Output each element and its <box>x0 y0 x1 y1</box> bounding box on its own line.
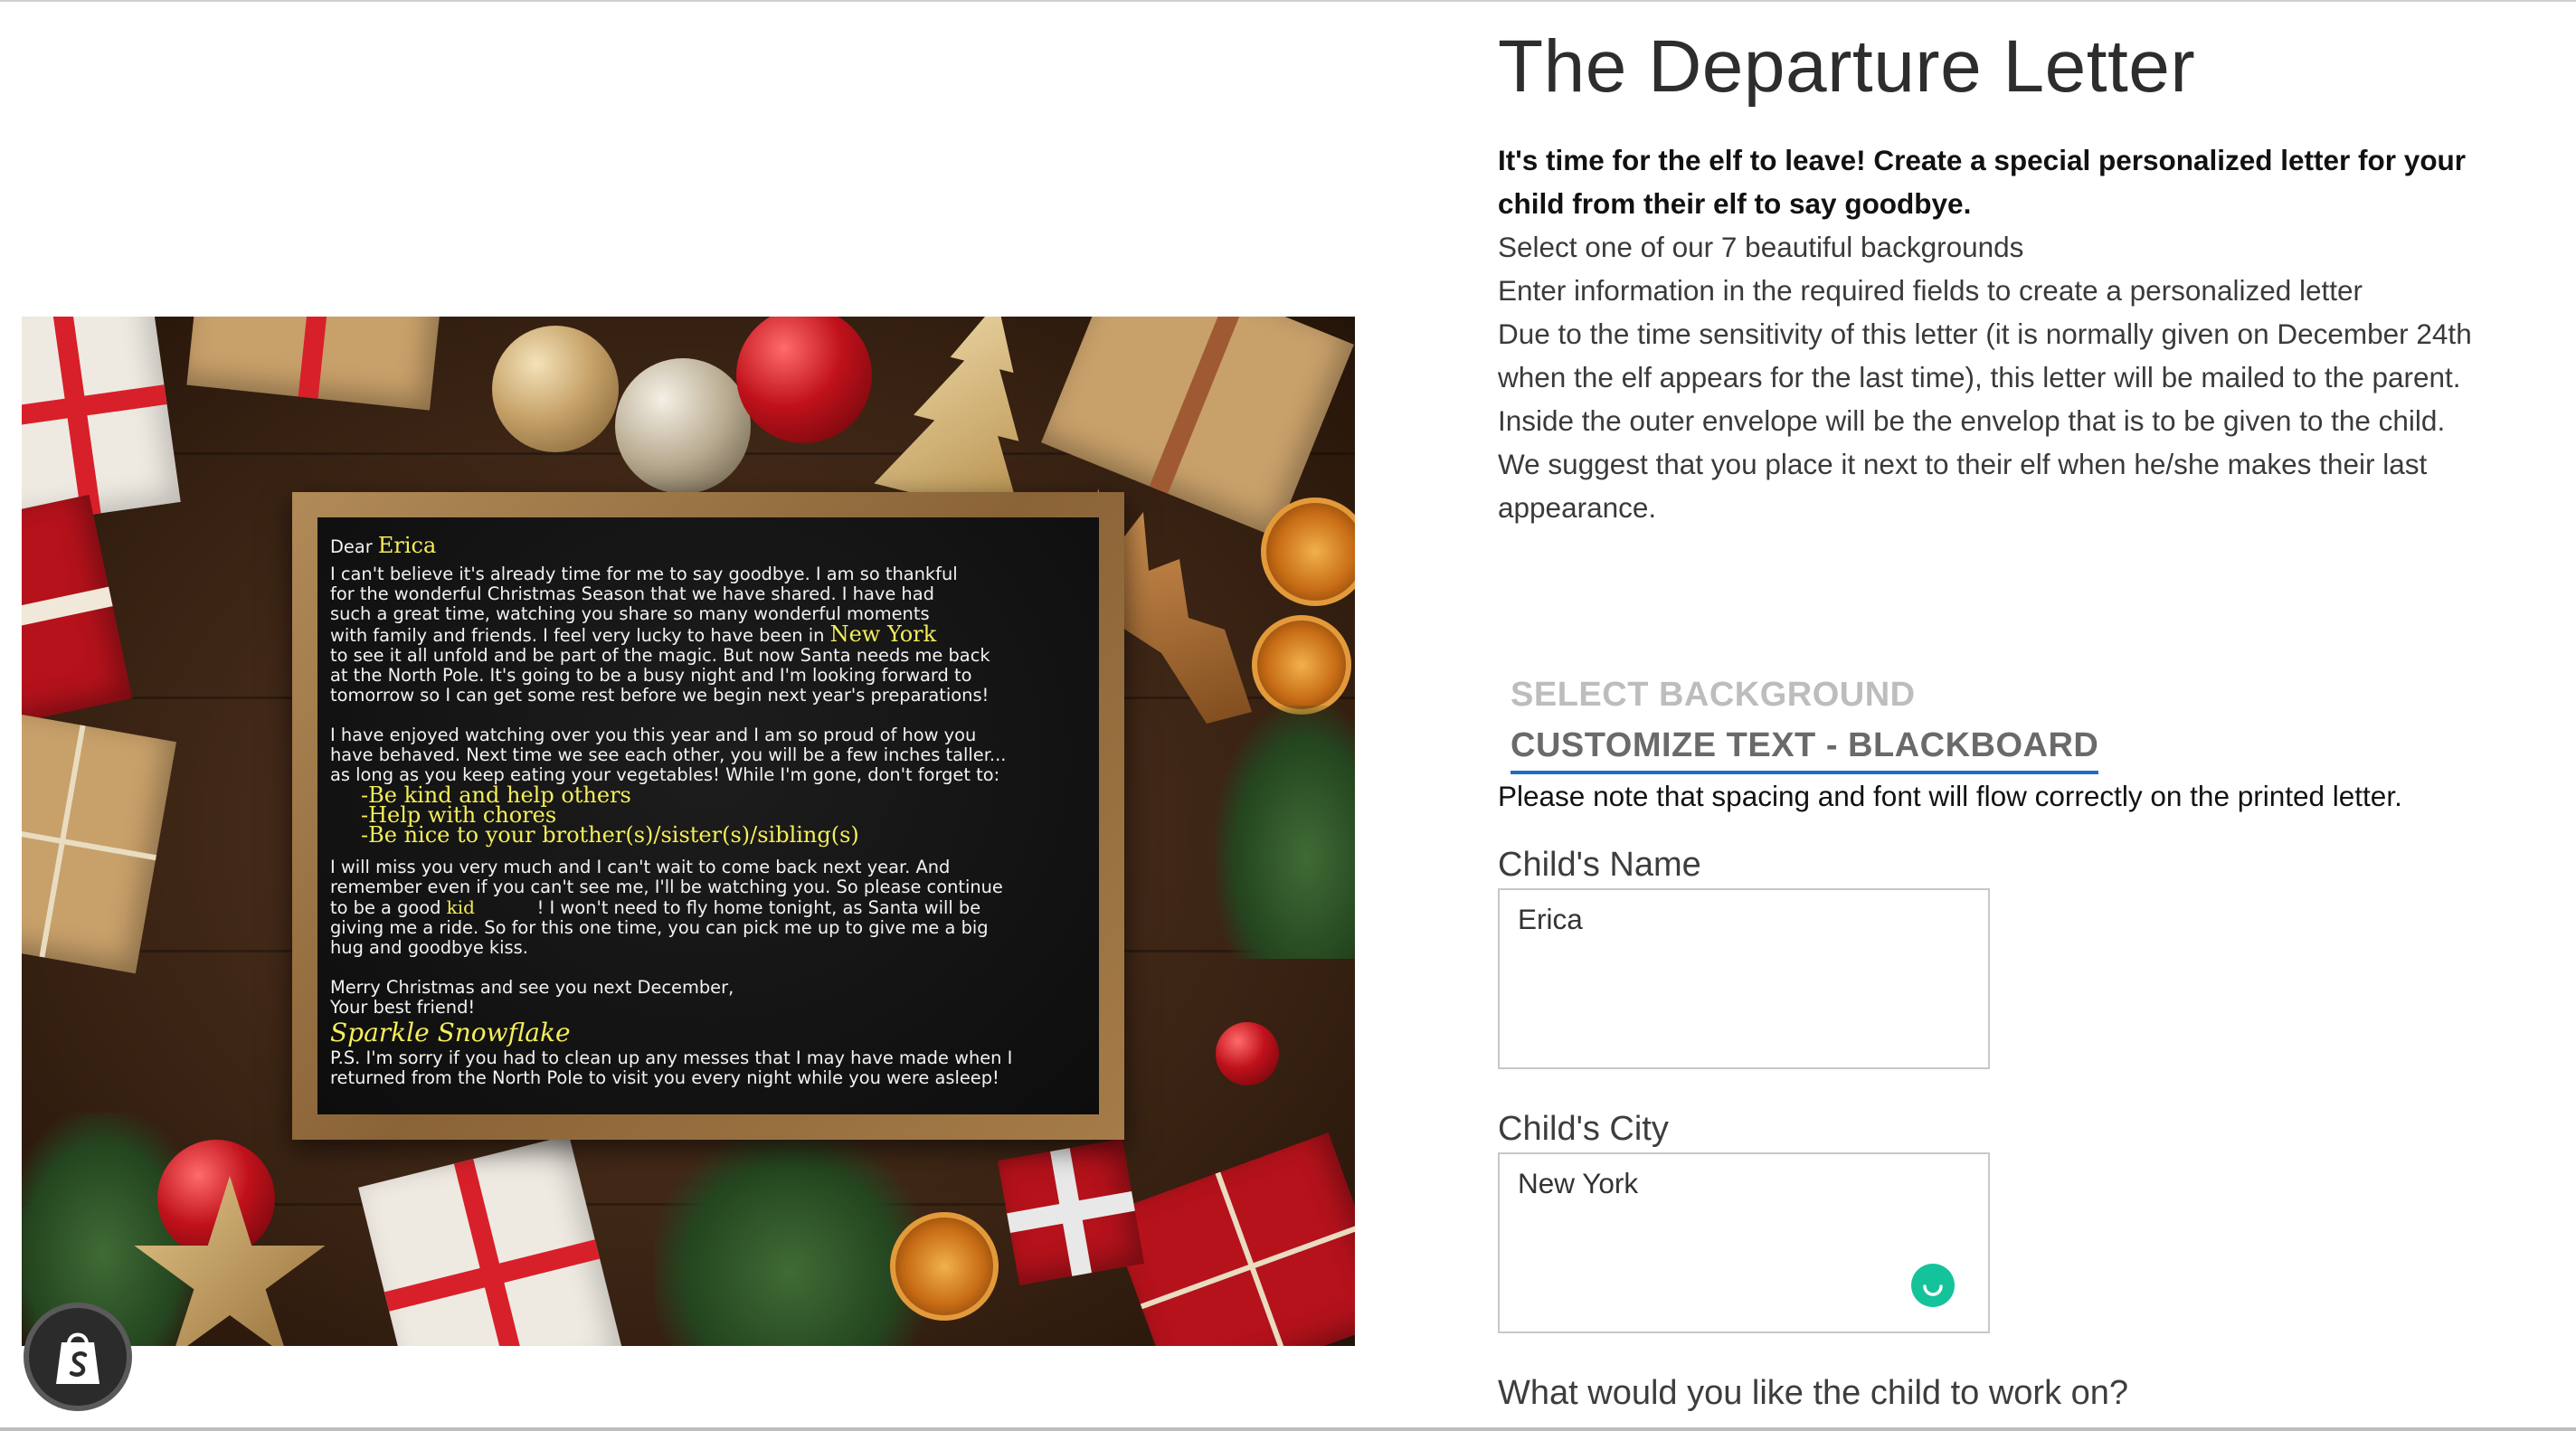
dried-orange-slice <box>1252 615 1351 715</box>
letter-child-name: Erica <box>377 533 437 558</box>
letter-postscript: returned from the North Pole to visit yo… <box>330 1067 999 1088</box>
product-title: The Departure Letter <box>1498 25 2196 108</box>
chalkboard-frame: Dear Erica I can't believe it's already … <box>292 492 1124 1140</box>
gift-box-white <box>22 317 181 527</box>
letter-kid-word: kid <box>446 896 475 918</box>
gift-box-red <box>1107 1132 1355 1346</box>
letter-postscript: P.S. I'm sorry if you had to clean up an… <box>330 1047 1013 1068</box>
silver-ornament <box>615 358 751 494</box>
tab-select-background[interactable]: SELECT BACKGROUND <box>1511 673 1916 716</box>
description-line: Select one of our 7 beautiful background… <box>1498 231 2024 263</box>
gift-box-red <box>997 1138 1145 1286</box>
gift-box-white <box>358 1134 626 1346</box>
letter-line: with family and friends. I feel very luc… <box>330 625 825 646</box>
letter-line: tomorrow so I can get some rest before w… <box>330 685 990 706</box>
letter-line: to see it all unfold and be part of the … <box>330 645 990 666</box>
gift-box-kraft <box>22 708 176 974</box>
tab-customize-text[interactable]: CUSTOMIZE TEXT - BLACKBOARD <box>1511 724 2099 774</box>
letter-greeting: Dear <box>330 536 373 557</box>
description-lead: It's time for the elf to leave! Create a… <box>1498 144 2467 220</box>
pine-branch <box>655 1131 926 1346</box>
red-berry-ornament <box>1216 1022 1279 1085</box>
letter-line: giving me a ride. So for this one time, … <box>330 917 989 938</box>
product-image[interactable]: Dear Erica I can't believe it's already … <box>22 317 1355 1346</box>
letter-task-list: -Be kind and help others -Help with chor… <box>330 784 1086 848</box>
letter-line: such a great time, watching you share so… <box>330 603 930 624</box>
gold-ornament <box>492 326 619 452</box>
letter-line: to be a good <box>330 897 441 918</box>
dried-orange-slice <box>890 1212 999 1321</box>
shopify-bag-icon <box>56 1332 99 1384</box>
dried-orange-slice <box>1261 498 1355 606</box>
red-ornament <box>736 317 872 443</box>
letter-line: have behaved. Next time we see each othe… <box>330 744 1007 765</box>
letter-line: ! I won't need to fly home tonight, as S… <box>536 897 981 918</box>
child-city-field[interactable]: New York <box>1498 1152 1990 1333</box>
letter-line: remember even if you can't see me, I'll … <box>330 877 1003 897</box>
bottom-divider <box>0 1427 2576 1431</box>
top-divider <box>0 0 2576 2</box>
spacing-note: Please note that spacing and font will f… <box>1498 780 2402 812</box>
product-description: It's time for the elf to leave! Create a… <box>1498 138 2493 529</box>
letter-line: for the wonderful Christmas Season that … <box>330 583 934 604</box>
letter-signature: Sparkle Snowflake <box>330 1018 571 1047</box>
gift-box-kraft <box>186 317 445 411</box>
description-line: Enter information in the required fields… <box>1498 274 2363 307</box>
grammarly-icon <box>1923 1284 1943 1296</box>
letter-line: hug and goodbye kiss. <box>330 937 528 958</box>
shopify-bag-icon[interactable] <box>24 1303 132 1411</box>
letter-line: I have enjoyed watching over you this ye… <box>330 725 977 745</box>
chalkboard-letter: Dear Erica I can't believe it's already … <box>317 517 1099 1114</box>
work-on-label: What would you like the child to work on… <box>1498 1374 2129 1412</box>
letter-line: I can't believe it's already time for me… <box>330 564 958 584</box>
letter-closing: Your best friend! <box>330 997 476 1018</box>
product-page: Dear Erica I can't believe it's already … <box>0 0 2576 1431</box>
description-line: Due to the time sensitivity of this lett… <box>1498 317 2472 524</box>
grammarly-icon[interactable] <box>1911 1264 1955 1307</box>
letter-line: I will miss you very much and I can't wa… <box>330 857 951 877</box>
letter-task: -Be nice to your brother(s)/sister(s)/si… <box>361 822 859 848</box>
letter-line: at the North Pole. It's going to be a bu… <box>330 665 972 686</box>
gift-box-red <box>22 494 133 727</box>
pine-branch <box>1216 706 1355 959</box>
child-name-field[interactable]: Erica <box>1498 888 1990 1069</box>
child-city-label: Child's City <box>1498 1110 1669 1148</box>
letter-child-city: New York <box>829 621 937 647</box>
letter-closing: Merry Christmas and see you next Decembe… <box>330 977 734 998</box>
child-name-label: Child's Name <box>1498 846 1701 884</box>
